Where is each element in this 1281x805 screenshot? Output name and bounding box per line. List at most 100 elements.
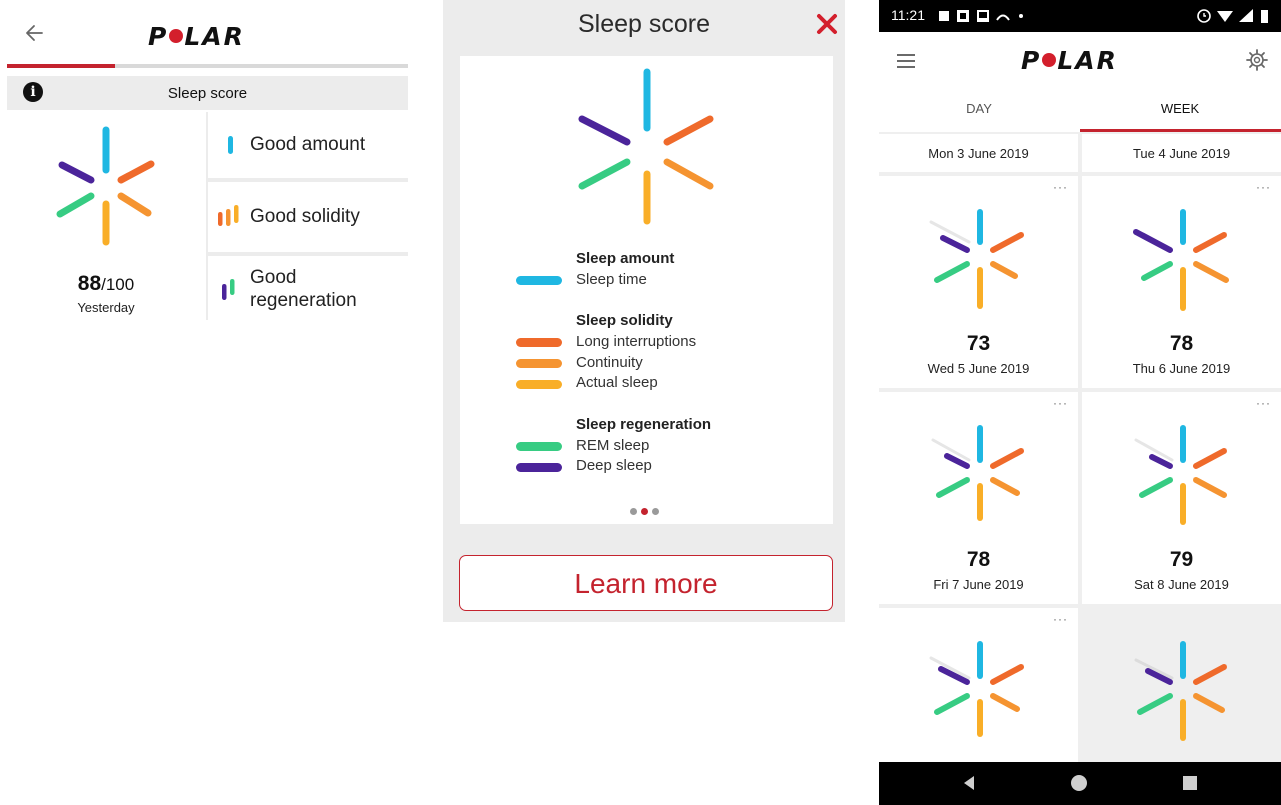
day-cell[interactable]: ··· 73 Wed 5 June 2019 xyxy=(879,176,1078,388)
day-date: Fri 7 June 2019 xyxy=(933,577,1024,592)
arrow-left-icon xyxy=(26,25,43,41)
hamburger-menu-icon xyxy=(897,54,915,68)
sleep-score-star-icon xyxy=(929,641,1024,737)
sleep-score-star-icon xyxy=(931,425,1024,521)
summary-label: Good regeneration xyxy=(250,266,357,312)
day-cell-partial[interactable]: Mon 3 June 2019 xyxy=(879,134,1078,172)
day-date: Sat 8 June 2019 xyxy=(1134,577,1229,592)
legend-heading: Sleep regeneration xyxy=(576,416,712,433)
polar-logo: P LAR xyxy=(1021,46,1281,75)
active-tab-indicator xyxy=(1080,129,1281,132)
score-number: 88 xyxy=(77,272,102,295)
more-options-icon[interactable]: ··· xyxy=(1053,180,1068,194)
nav-back-button[interactable] xyxy=(961,774,977,792)
day-cell-partial[interactable]: Tue 4 June 2019 xyxy=(1082,134,1281,172)
gear-icon xyxy=(1246,49,1268,71)
menu-button[interactable] xyxy=(895,52,917,70)
more-options-icon[interactable]: ··· xyxy=(1053,396,1068,410)
day-score: 78 xyxy=(966,548,991,571)
nav-recents-button[interactable] xyxy=(1183,776,1197,790)
solidity-bars-icon xyxy=(218,205,239,226)
more-options-icon[interactable]: ··· xyxy=(1256,180,1271,194)
legend-swatch xyxy=(516,359,562,368)
section-title: Sleep score xyxy=(167,85,248,102)
sleep-score-dialog: Sleep score Sleep amount Sleep time Slee… xyxy=(443,0,845,622)
tab-bar: DAY WEEK xyxy=(879,92,1281,132)
page-dot-active[interactable] xyxy=(641,508,648,515)
summary-label: Good amount xyxy=(250,134,366,155)
day-cell-empty[interactable] xyxy=(1082,608,1281,762)
regeneration-bars-icon xyxy=(222,279,235,300)
summary-row-solidity[interactable]: Good solidity xyxy=(208,182,408,252)
home-circle-icon xyxy=(1071,775,1087,791)
close-button[interactable] xyxy=(813,10,841,38)
page-dot[interactable] xyxy=(652,508,659,515)
sleep-score-star-icon xyxy=(1133,209,1229,311)
legend-item: Sleep time xyxy=(576,271,647,288)
legend-item: Long interruptions xyxy=(576,333,697,350)
page-progress xyxy=(7,64,408,68)
day-cell[interactable]: ··· 79 Sat 8 June 2019 xyxy=(1082,392,1281,604)
app-bar: P LAR xyxy=(879,32,1281,92)
day-date: Tue 4 June 2019 xyxy=(1132,146,1231,161)
legend-swatch xyxy=(516,338,562,347)
page-indicator xyxy=(628,502,661,520)
more-options-icon[interactable]: ··· xyxy=(1256,396,1271,410)
legend-item: REM sleep xyxy=(576,437,650,454)
logo-p: P xyxy=(1021,46,1042,75)
tab-week[interactable]: WEEK xyxy=(1080,92,1280,132)
logo-rest: LAR xyxy=(1057,46,1118,75)
android-nav-bar xyxy=(879,762,1281,805)
sleep-score-star-icon xyxy=(1134,641,1227,741)
day-date: Thu 6 June 2019 xyxy=(1132,361,1231,376)
page-dot[interactable] xyxy=(630,508,637,515)
legend-heading: Sleep solidity xyxy=(576,312,673,329)
system-status-icons xyxy=(1197,9,1268,23)
logo-rest: LAR xyxy=(184,22,245,51)
nav-home-button[interactable] xyxy=(1070,774,1088,792)
page-progress-fill xyxy=(7,64,115,68)
summary-label-line1: Good xyxy=(250,267,297,288)
day-cell[interactable]: ··· 78 Thu 6 June 2019 xyxy=(1082,176,1281,388)
legend-swatch xyxy=(516,276,562,285)
day-cell[interactable]: ··· xyxy=(879,608,1078,762)
day-score: 73 xyxy=(966,332,991,355)
sleep-score-value: 88/100 xyxy=(40,272,172,296)
summary-label: Good solidity xyxy=(250,206,360,227)
score-denominator: /100 xyxy=(101,275,135,294)
notification-icons xyxy=(939,10,1023,22)
logo-dot-icon xyxy=(169,29,184,43)
sleep-score-star-icon xyxy=(46,124,166,248)
status-bar: 11:21 xyxy=(879,0,1281,32)
legend-item: Deep sleep xyxy=(576,457,652,474)
day-score: 78 xyxy=(1169,332,1194,355)
legend-item: Actual sleep xyxy=(576,374,658,391)
dialog-title: Sleep score xyxy=(577,10,711,38)
close-icon xyxy=(817,14,837,34)
legend-swatch xyxy=(516,463,562,472)
legend-swatch xyxy=(516,380,562,389)
legend-card: Sleep amount Sleep time Sleep solidity L… xyxy=(460,56,833,524)
settings-button[interactable] xyxy=(1245,48,1269,72)
summary-row-amount[interactable]: Good amount xyxy=(208,112,408,178)
legend-heading: Sleep amount xyxy=(576,250,675,267)
summary-label-line2: regeneration xyxy=(250,290,357,311)
back-button[interactable] xyxy=(22,20,48,46)
status-time: 11:21 xyxy=(891,7,925,23)
day-date: Mon 3 June 2019 xyxy=(928,146,1029,161)
recents-square-icon xyxy=(1183,776,1197,790)
score-day-label: Yesterday xyxy=(77,300,135,315)
back-triangle-icon xyxy=(964,776,974,790)
summary-row-regeneration[interactable]: Good regeneration xyxy=(208,256,408,320)
tab-day[interactable]: DAY xyxy=(879,92,1079,132)
logo-p: P xyxy=(148,22,169,51)
day-cell[interactable]: ··· 78 Fri 7 June 2019 xyxy=(879,392,1078,604)
legend-swatch xyxy=(516,442,562,451)
day-date: Wed 5 June 2019 xyxy=(927,361,1030,376)
more-options-icon[interactable]: ··· xyxy=(1053,612,1068,626)
sleep-score-star-icon xyxy=(929,209,1024,309)
learn-more-button[interactable]: Learn more xyxy=(459,555,833,611)
day-score: 79 xyxy=(1169,548,1194,571)
sleep-score-star-icon xyxy=(575,66,720,226)
week-screen: 11:21 P LAR DAY WEEK Mon 3 June 2019 Tue… xyxy=(879,0,1281,805)
